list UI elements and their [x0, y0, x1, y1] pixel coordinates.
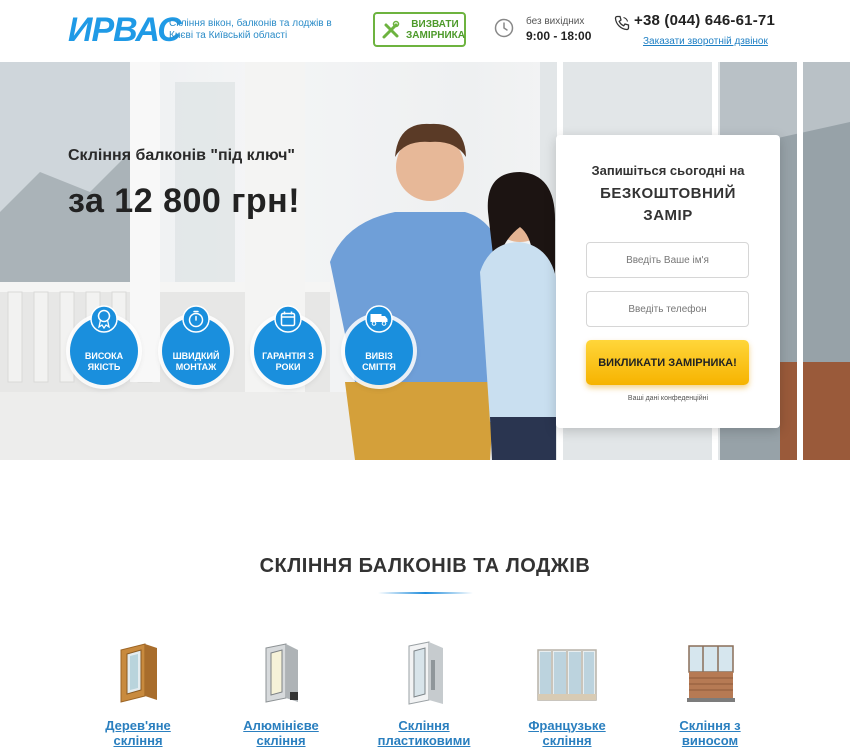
product-extension-link[interactable]: Скління з виносом [655, 718, 765, 748]
tools-icon [382, 20, 400, 38]
feature-waste-removal-label: ВИВІЗ СМІТТЯ [362, 351, 396, 372]
feature-quality: ВИСОКА ЯКІСТЬ [70, 305, 138, 385]
stopwatch-icon [182, 305, 210, 333]
phone-icon [614, 15, 630, 31]
submit-button[interactable]: ВИКЛИКАТИ ЗАМІРНИКА! [586, 340, 749, 385]
product-french-link[interactable]: Французьке скління [512, 718, 622, 748]
feature-quality-label: ВИСОКА ЯКІСТЬ [84, 351, 124, 372]
calendar-icon [274, 305, 302, 333]
call-measurer-button[interactable]: ВИЗВАТИ ЗАМІРНИКА [373, 12, 466, 47]
aluminum-frame-icon [265, 643, 298, 703]
product-aluminum[interactable]: Алюмінієве скління [226, 640, 336, 748]
privacy-note: Ваші дані конфеденційні [627, 395, 709, 402]
product-wooden[interactable]: Дерев'яне скління [83, 640, 193, 748]
balcony-extension-icon [687, 645, 735, 702]
product-wooden-link[interactable]: Дерев'яне скління [83, 718, 193, 748]
feature-warranty: ГАРАНТІЯ З РОКИ [254, 305, 322, 385]
name-input[interactable] [586, 242, 749, 278]
hero-price: за 12 800 грн! [68, 182, 301, 220]
measurement-form: Запишіться сьогодні на БЕЗКОШТОВНИЙ ЗАМІ… [556, 135, 780, 428]
site-header: ИРВАС Скління вікон, балконів та лоджів … [0, 0, 850, 62]
callback-link[interactable]: Заказати зворотній дзвінок [643, 36, 768, 47]
product-extension[interactable]: Скління з виносом [655, 640, 765, 748]
phone-number[interactable]: +38 (044) 646-61-71 [634, 12, 775, 29]
product-aluminum-link[interactable]: Алюмінієве скління [226, 718, 336, 748]
call-measurer-label: ВИЗВАТИ ЗАМІРНИКА [406, 18, 465, 41]
couple-photo-placeholder [330, 123, 558, 460]
plastic-frame-icon [408, 641, 443, 705]
feature-warranty-label: ГАРАНТІЯ З РОКИ [262, 351, 314, 372]
feature-fast-install: ШВИДКИЙ МОНТАЖ [162, 305, 230, 385]
product-plastic[interactable]: Скління пластиковими [369, 640, 479, 748]
hours-label: без вихідних [526, 16, 585, 27]
working-hours: 9:00 - 18:00 [526, 29, 592, 43]
hero-subtitle: Скління балконів "під ключ" [68, 147, 295, 164]
wooden-frame-icon [120, 643, 157, 703]
product-french[interactable]: Французьке скління [512, 640, 622, 748]
clock-icon [494, 18, 514, 38]
product-plastic-link[interactable]: Скління пластиковими [369, 718, 479, 748]
truck-icon [365, 305, 393, 333]
logo[interactable]: ИРВАС [68, 10, 182, 50]
form-headline-text: БЕЗКОШТОВНИЙ ЗАМІР [600, 185, 736, 224]
tagline: Скління вікон, балконів та лоджів в Києв… [169, 18, 332, 41]
form-headline: БЕЗКОШТОВНИЙ ЗАМІР [556, 183, 780, 227]
feature-waste-removal: ВИВІЗ СМІТТЯ [345, 305, 413, 385]
hero-banner: Скління балконів "під ключ" за 12 800 гр… [0, 62, 850, 460]
section-divider [378, 592, 473, 594]
feature-fast-install-label: ШВИДКИЙ МОНТАЖ [172, 351, 220, 372]
section-title: СКЛІННЯ БАЛКОНІВ ТА ЛОДЖІВ [259, 555, 591, 577]
form-title: Запишіться сьогодні на [591, 163, 745, 178]
phone-input[interactable] [586, 291, 749, 327]
french-balcony-icon [537, 649, 597, 701]
award-icon [90, 305, 118, 333]
